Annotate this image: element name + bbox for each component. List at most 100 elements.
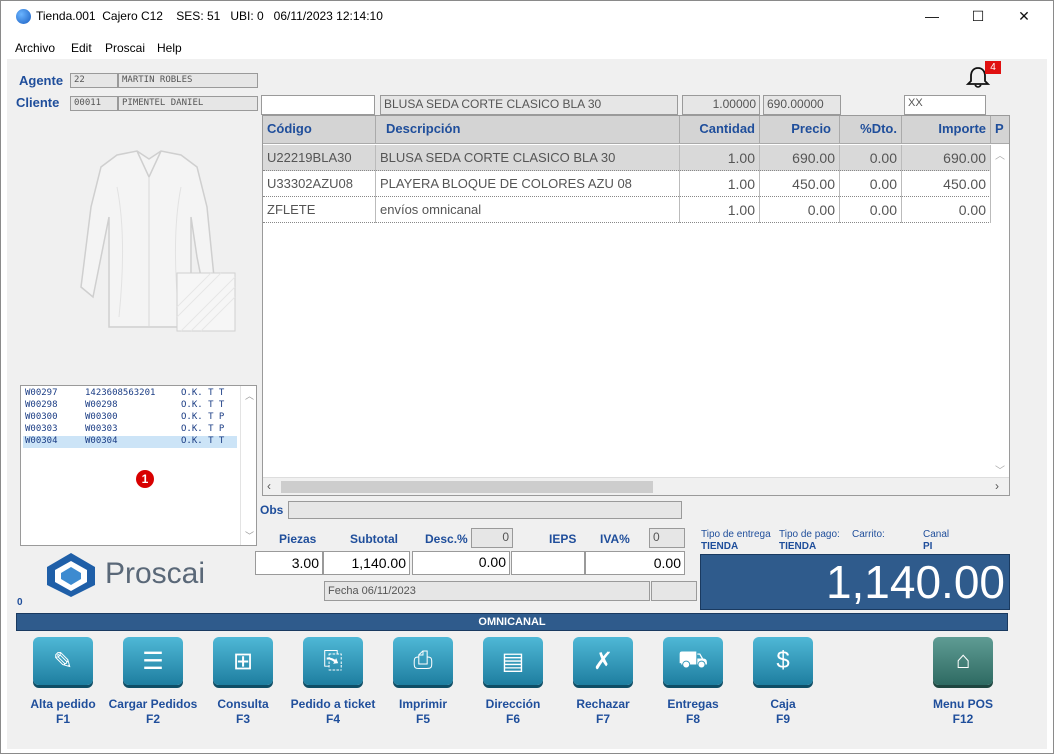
col-header-importe[interactable]: Importe — [902, 116, 991, 144]
obs-field[interactable] — [288, 501, 682, 519]
cell-codigo: U33302AZU08 — [263, 171, 376, 197]
orders-scrollbar[interactable]: ︿ ﹀ — [240, 386, 256, 545]
button-label[interactable]: Consulta F3 — [193, 697, 293, 727]
chevron-down-icon[interactable]: ﹀ — [245, 529, 254, 542]
pos-main-panel: 4 Agente 22 MARTIN ROBLES Cliente 00011 … — [7, 59, 1047, 749]
cell-importe: 450.00 — [902, 171, 991, 197]
product-price-field[interactable]: 690.00000 — [763, 95, 841, 115]
order-list-item[interactable]: W00304 W00304 O.K. T T — [23, 436, 237, 448]
ieps-label: IEPS — [549, 532, 577, 546]
menu-edit[interactable]: Edit — [71, 41, 92, 55]
items-vertical-scrollbar[interactable]: ︿ ﹀ — [991, 145, 1009, 479]
button-shortcut-key: F4 — [325, 712, 340, 726]
items-table-header: Código Descripción Cantidad Precio %Dto.… — [263, 116, 1009, 144]
chevron-right-icon[interactable]: › — [995, 479, 999, 493]
caja-button[interactable]: $ — [753, 637, 813, 685]
product-image — [57, 147, 237, 337]
order-status: O.K. T T — [181, 436, 225, 446]
descuento-pct-field[interactable]: 0 — [471, 528, 513, 548]
chevron-down-icon[interactable]: ﹀ — [995, 462, 1005, 477]
descuento-value: 0.00 — [412, 551, 510, 575]
consulta-button[interactable]: ⊞ — [213, 637, 273, 685]
cliente-label: Cliente — [16, 95, 60, 110]
col-header-descuento[interactable]: %Dto. — [840, 116, 902, 144]
menu-archivo[interactable]: Archivo — [15, 41, 55, 55]
menu-proscai[interactable]: Proscai — [105, 41, 145, 55]
cell-precio: 450.00 — [760, 171, 840, 197]
minimize-button[interactable]: — — [909, 1, 955, 31]
imprimir-button[interactable]: ⎙ — [393, 637, 453, 685]
product-quantity-field[interactable]: 1.00000 — [682, 95, 760, 115]
agente-code-field[interactable]: 22 — [70, 73, 118, 88]
cliente-name-field[interactable]: PIMENTEL DANIEL — [118, 96, 258, 111]
items-table[interactable]: Código Descripción Cantidad Precio %Dto.… — [262, 115, 1010, 496]
order-reference: W00304 — [85, 436, 118, 446]
menu-help[interactable]: Help — [157, 41, 182, 55]
button-shortcut-key: F6 — [505, 712, 520, 726]
fecha-field: Fecha 06/11/2023 — [324, 581, 650, 601]
pencil-icon: ✎ — [52, 647, 74, 675]
subtotal-value: 1,140.00 — [323, 551, 410, 575]
tipo-entrega-value: TIENDA — [701, 541, 739, 552]
col-header-precio[interactable]: Precio — [760, 116, 840, 144]
button-shortcut-key: F8 — [685, 712, 700, 726]
order-id: W00303 — [25, 424, 58, 434]
product-code-input[interactable] — [261, 95, 375, 115]
direcci-n-button[interactable]: ▤ — [483, 637, 543, 685]
button-label-text: Imprimir — [398, 697, 447, 711]
alta-pedido-button[interactable]: ✎ — [33, 637, 93, 685]
cell-importe: 690.00 — [902, 145, 991, 171]
agente-name-field[interactable]: MARTIN ROBLES — [118, 73, 258, 88]
order-list-item[interactable]: W00297 1423608563201 O.K. T T — [23, 388, 237, 400]
button-label[interactable]: Entregas F8 — [643, 697, 743, 727]
reject-icon: ✗ — [592, 647, 614, 675]
pedido-a-ticket-button[interactable]: ⎘ — [303, 637, 363, 685]
items-horizontal-scrollbar[interactable]: ‹ › — [263, 477, 1009, 495]
button-label[interactable]: Caja F9 — [733, 697, 833, 727]
canal-value: PI — [923, 541, 933, 552]
button-label[interactable]: Cargar Pedidos F2 — [103, 697, 203, 727]
table-row[interactable]: U33302AZU08 PLAYERA BLOQUE DE COLORES AZU… — [263, 171, 991, 197]
cell-codigo: U22219BLA30 — [263, 145, 376, 171]
order-reference: W00300 — [85, 412, 118, 422]
menu-pos-button[interactable]: ⌂ — [933, 637, 993, 685]
maximize-button[interactable]: ☐ — [955, 1, 1001, 31]
order-list-item[interactable]: W00303 W00303 O.K. T P — [23, 424, 237, 436]
button-label-text: Dirección — [485, 697, 541, 711]
omnicanal-banner: OMNICANAL — [16, 613, 1008, 631]
col-header-cantidad[interactable]: Cantidad — [680, 116, 760, 144]
tipo-pago-value: TIENDA — [779, 541, 817, 552]
rechazar-button[interactable]: ✗ — [573, 637, 633, 685]
table-row[interactable]: ZFLETE envíos omnicanal 1.00 0.00 0.00 0.00 — [263, 197, 991, 223]
close-button[interactable]: ✕ — [1001, 1, 1047, 31]
cell-importe: 0.00 — [902, 197, 991, 223]
button-label[interactable]: Alta pedido F1 — [13, 697, 113, 727]
button-label[interactable]: Imprimir F5 — [373, 697, 473, 727]
cell-descuento: 0.00 — [840, 145, 902, 171]
button-label[interactable]: Menu POS F12 — [913, 697, 1013, 727]
button-label-text: Cargar Pedidos — [108, 697, 198, 711]
cargar-pedidos-button[interactable]: ☰ — [123, 637, 183, 685]
chevron-up-icon[interactable]: ︿ — [995, 147, 1005, 162]
orders-list[interactable]: W00297 1423608563201 O.K. T T W00298 W00298 O… — [20, 385, 257, 546]
obs-label: Obs — [260, 503, 284, 517]
button-label[interactable]: Dirección F6 — [463, 697, 563, 727]
order-list-item[interactable]: W00300 W00300 O.K. T P — [23, 412, 237, 424]
col-header-codigo[interactable]: Código — [263, 116, 376, 144]
order-id: W00297 — [25, 388, 58, 398]
col-header-descripcion[interactable]: Descripción — [376, 116, 680, 144]
horizontal-scroll-thumb[interactable] — [281, 481, 653, 493]
extra-code-field[interactable]: XX — [904, 95, 986, 115]
button-label[interactable]: Pedido a ticket F4 — [283, 697, 383, 727]
button-label[interactable]: Rechazar F7 — [553, 697, 653, 727]
agente-label: Agente — [19, 73, 64, 88]
chevron-up-icon[interactable]: ︿ — [245, 389, 254, 402]
table-row[interactable]: U22219BLA30 BLUSA SEDA CORTE CLASICO BLA … — [263, 145, 991, 171]
order-list-item[interactable]: W00298 W00298 O.K. T T — [23, 400, 237, 412]
cliente-code-field[interactable]: 00011 — [70, 96, 118, 111]
order-id: W00298 — [25, 400, 58, 410]
col-header-p[interactable]: P — [991, 116, 1009, 144]
iva-pct-field[interactable]: 0 — [649, 528, 685, 548]
entregas-button[interactable]: ⛟ — [663, 637, 723, 685]
chevron-left-icon[interactable]: ‹ — [267, 479, 271, 493]
